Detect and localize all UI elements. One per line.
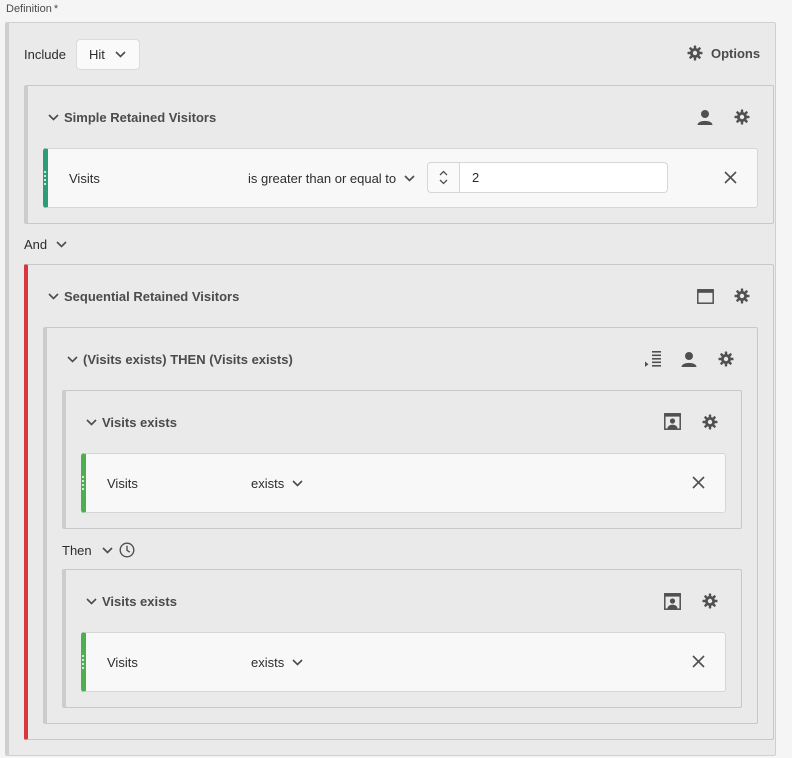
gear-icon[interactable] [734,288,750,304]
step-1-title: Visits exists [102,415,177,430]
chevron-down-icon[interactable] [86,598,97,605]
chevron-down-icon [292,480,303,487]
drag-handle[interactable] [44,170,46,186]
operator-select[interactable]: exists [251,655,303,670]
container-1-header[interactable]: Simple Retained Visitors [48,110,216,125]
close-icon[interactable] [692,655,705,668]
visitor-icon[interactable] [681,351,697,367]
container-2-title: Sequential Retained Visitors [64,289,240,304]
container-2-header[interactable]: Sequential Retained Visitors [48,289,239,304]
then-connector[interactable]: Then [62,542,135,558]
chevron-down-icon[interactable] [102,546,113,554]
clock-icon[interactable] [119,542,135,558]
definition-label: Definition * [6,3,59,15]
window-icon[interactable] [697,289,714,304]
step-2-title: Visits exists [102,594,177,609]
value-stepper[interactable] [427,162,460,193]
operator-value: exists [251,476,285,491]
include-scope-select[interactable]: Hit [76,39,140,70]
rule-visits-exists-1 [81,453,726,513]
then-label: Then [62,542,92,558]
rule-metric-label: Visits [107,655,138,670]
logic-operator-value: And [24,237,48,252]
operator-value: exists [251,655,285,670]
drag-handle[interactable] [82,654,84,670]
options-label: Options [711,45,761,61]
chevron-down-icon [404,175,415,182]
include-label: Include [24,47,66,62]
gear-icon [687,45,703,61]
chevron-down-icon [115,51,126,58]
gear-icon[interactable] [718,351,734,367]
sequence-header[interactable]: (Visits exists) THEN (Visits exists) [67,352,293,367]
visit-icon[interactable] [664,413,681,430]
gear-icon[interactable] [702,414,718,430]
sequence-title: (Visits exists) THEN (Visits exists) [83,352,293,367]
close-icon[interactable] [724,171,737,184]
rule-visits-exists-2 [81,632,726,692]
value-input[interactable] [460,162,668,193]
step-1-header[interactable]: Visits exists [86,415,177,430]
chevron-down-icon [292,659,303,666]
operator-select[interactable]: exists [251,476,303,491]
sequence-list-icon[interactable] [644,350,662,368]
visit-icon[interactable] [664,593,681,610]
rule-metric-label: Visits [107,476,138,491]
required-asterisk: * [53,3,59,15]
rule-metric-label: Visits [69,171,100,186]
chevron-down-icon[interactable] [48,114,59,121]
chevron-down-icon [56,241,67,248]
options-button[interactable]: Options [687,45,760,61]
gear-icon[interactable] [734,109,750,125]
operator-select[interactable]: is greater than or equal to [248,171,415,186]
chevron-down-icon[interactable] [67,356,78,363]
chevron-up-icon[interactable] [439,170,448,176]
chevron-down-icon[interactable] [48,293,59,300]
include-scope-value: Hit [89,47,105,62]
gear-icon[interactable] [702,593,718,609]
drag-handle[interactable] [82,475,84,491]
step-2-header[interactable]: Visits exists [86,594,177,609]
operator-value: is greater than or equal to [248,171,397,186]
logic-operator-select[interactable]: And [24,237,67,252]
container-1-title: Simple Retained Visitors [64,110,217,125]
chevron-down-icon[interactable] [439,179,448,185]
close-icon[interactable] [692,476,705,489]
visitor-icon[interactable] [697,109,713,125]
chevron-down-icon[interactable] [86,419,97,426]
